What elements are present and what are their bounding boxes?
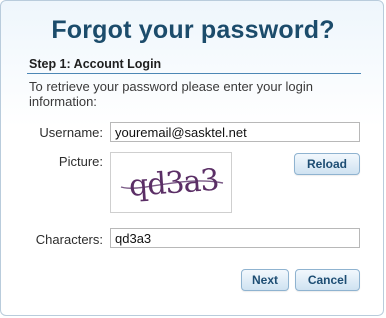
step-divider [27, 73, 361, 74]
captcha-text-graphic: qd3a3 [120, 163, 224, 204]
characters-input[interactable] [110, 228, 360, 248]
instructions-text: To retrieve your password please enter y… [29, 79, 313, 109]
captcha-characters: qd3a3 [128, 163, 220, 204]
username-label: Username: [39, 125, 103, 140]
cancel-button[interactable]: Cancel [295, 269, 360, 291]
characters-label: Characters: [35, 232, 103, 247]
reload-button[interactable]: Reload [294, 153, 360, 175]
dialog-title: Forgot your password? [51, 16, 335, 44]
username-input[interactable] [110, 122, 360, 142]
forgot-password-dialog: Forgot your password? Step 1: Account Lo… [0, 0, 384, 316]
step-label: Step 1: Account Login [29, 57, 162, 71]
next-button[interactable]: Next [241, 269, 289, 291]
captcha-image: qd3a3 [110, 152, 232, 213]
picture-label: Picture: [58, 154, 103, 169]
